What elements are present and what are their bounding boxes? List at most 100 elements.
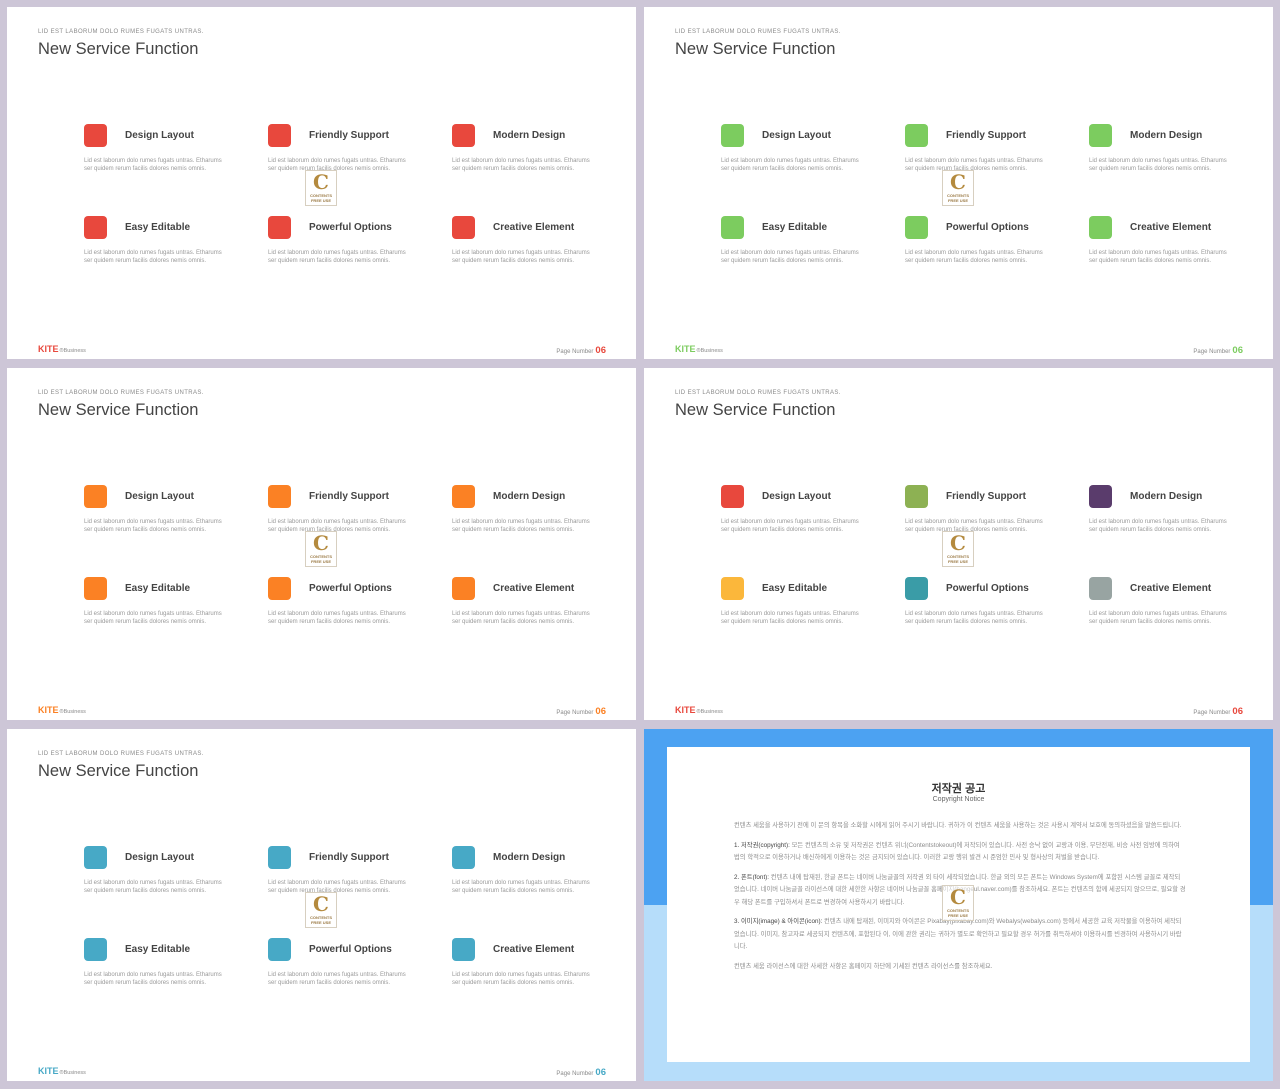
feature-description: Lid est laborum dolo rumes fugats untras… (452, 519, 590, 533)
feature-item: Easy Editable Lid est laborum dolo rumes … (721, 216, 871, 286)
watermark-subtext: FREE USE (947, 559, 968, 564)
slide-thumbnail[interactable]: LID EST LABORUM DOLO RUMES FUGATS UNTRAS… (7, 368, 636, 720)
slide-thumbnail[interactable]: LID EST LABORUM DOLO RUMES FUGATS UNTRAS… (7, 729, 636, 1081)
feature-item: Design Layout Lid est laborum dolo rumes … (84, 124, 234, 194)
copyright-slide[interactable]: 저작권 공고 Copyright Notice 컨텐츠 세움을 사용하기 전에 이 … (644, 729, 1273, 1081)
feature-title: Friendly Support (309, 852, 389, 863)
feature-item: Friendly Support Lid est laborum dolo rum… (268, 124, 418, 194)
feature-square-icon (1089, 577, 1112, 600)
page-number-label: Page Number (556, 1071, 594, 1077)
page-number: Page Number 06 (1193, 345, 1243, 356)
feature-description: Lid est laborum dolo rumes fugats untras… (84, 880, 222, 894)
feature-square-icon (268, 938, 291, 961)
feature-item: Creative Element Lid est laborum dolo rum… (452, 216, 602, 286)
feature-title: Modern Design (1130, 491, 1203, 502)
watermark-logo: C CONTENTS FREE USE (942, 531, 974, 567)
feature-description: Lid est laborum dolo rumes fugats untras… (1089, 519, 1227, 533)
feature-title: Powerful Options (946, 583, 1029, 594)
feature-description: Lid est laborum dolo rumes fugats untras… (905, 158, 1043, 172)
feature-item: Easy Editable Lid est laborum dolo rumes … (84, 938, 234, 1008)
feature-item: Creative Element Lid est laborum dolo rum… (1089, 216, 1239, 286)
feature-title: Powerful Options (946, 222, 1029, 233)
feature-description: Lid est laborum dolo rumes fugats untras… (905, 519, 1043, 533)
feature-square-icon (268, 577, 291, 600)
feature-description: Lid est laborum dolo rumes fugats untras… (721, 158, 859, 172)
slide-title: New Service Function (38, 401, 199, 419)
feature-item: Creative Element Lid est laborum dolo rum… (452, 577, 602, 647)
feature-title: Modern Design (493, 130, 566, 141)
feature-item: Modern Design Lid est laborum dolo rumes … (1089, 485, 1239, 555)
watermark-logo: C CONTENTS FREE USE (942, 885, 974, 921)
watermark-subtext: FREE USE (310, 198, 331, 203)
page-number: Page Number 06 (556, 1067, 606, 1078)
page-number-value: 06 (595, 1067, 606, 1078)
feature-description: Lid est laborum dolo rumes fugats untras… (84, 972, 222, 986)
feature-item: Design Layout Lid est laborum dolo rumes … (84, 485, 234, 555)
feature-title: Friendly Support (309, 491, 389, 502)
feature-title: Easy Editable (762, 222, 828, 233)
page-number: Page Number 06 (556, 345, 606, 356)
page-number: Page Number 06 (1193, 706, 1243, 717)
feature-title: Design Layout (125, 491, 194, 502)
feature-title: Design Layout (125, 852, 194, 863)
page-number-value: 06 (595, 706, 606, 717)
feature-square-icon (84, 124, 107, 147)
feature-square-icon (268, 124, 291, 147)
feature-square-icon (84, 938, 107, 961)
slide-thumbnail[interactable]: LID EST LABORUM DOLO RUMES FUGATS UNTRAS… (644, 368, 1273, 720)
watermark-logo: C CONTENTS FREE USE (305, 531, 337, 567)
watermark-logo: C CONTENTS FREE USE (305, 170, 337, 206)
feature-item: Modern Design Lid est laborum dolo rumes … (452, 846, 602, 916)
feature-item: Easy Editable Lid est laborum dolo rumes … (84, 216, 234, 286)
slide-kicker: LID EST LABORUM DOLO RUMES FUGATS UNTRAS… (38, 751, 204, 757)
feature-title: Powerful Options (309, 222, 392, 233)
feature-title: Friendly Support (946, 491, 1026, 502)
feature-title: Friendly Support (309, 130, 389, 141)
feature-square-icon (905, 577, 928, 600)
slide-thumbnail[interactable]: LID EST LABORUM DOLO RUMES FUGATS UNTRAS… (644, 7, 1273, 359)
brand-logo: KITE®Business (38, 344, 86, 354)
feature-title: Design Layout (762, 130, 831, 141)
feature-square-icon (721, 124, 744, 147)
feature-square-icon (452, 938, 475, 961)
copyright-intro: 컨텐츠 세움을 사용하기 전에 이 문의 항목을 소화할 시에게 읽어 주시기 … (734, 822, 1182, 829)
watermark-subtext: FREE USE (310, 920, 331, 925)
watermark-letter: C (950, 531, 966, 555)
feature-description: Lid est laborum dolo rumes fugats untras… (721, 519, 859, 533)
slide-title: New Service Function (38, 40, 199, 58)
page-number-value: 06 (1232, 706, 1243, 717)
watermark-subtext: FREE USE (310, 559, 331, 564)
feature-square-icon (84, 577, 107, 600)
feature-item: Friendly Support Lid est laborum dolo rum… (268, 485, 418, 555)
feature-item: Powerful Options Lid est laborum dolo rum… (905, 216, 1055, 286)
copyright-section: 1. 저작권(copyright): 모든 컨텐츠의 소유 및 저작권은 컨텐츠… (734, 840, 1186, 865)
feature-title: Modern Design (493, 852, 566, 863)
feature-description: Lid est laborum dolo rumes fugats untras… (268, 250, 406, 264)
watermark-subtext: FREE USE (947, 913, 968, 918)
feature-item: Friendly Support Lid est laborum dolo rum… (268, 846, 418, 916)
slide-thumbnail[interactable]: LID EST LABORUM DOLO RUMES FUGATS UNTRAS… (7, 7, 636, 359)
page-number-label: Page Number (556, 349, 594, 355)
brand-logo: KITE®Business (675, 344, 723, 354)
feature-item: Design Layout Lid est laborum dolo rumes … (721, 485, 871, 555)
watermark-letter: C (313, 170, 329, 194)
feature-title: Design Layout (125, 130, 194, 141)
copyright-paper: 저작권 공고 Copyright Notice 컨텐츠 세움을 사용하기 전에 이 … (667, 747, 1250, 1062)
watermark-letter: C (313, 531, 329, 555)
feature-item: Friendly Support Lid est laborum dolo rum… (905, 485, 1055, 555)
feature-item: Design Layout Lid est laborum dolo rumes … (721, 124, 871, 194)
brand-name: KITE (675, 705, 696, 715)
feature-square-icon (268, 485, 291, 508)
feature-title: Design Layout (762, 491, 831, 502)
slide-title: New Service Function (38, 762, 199, 780)
feature-square-icon (905, 124, 928, 147)
feature-description: Lid est laborum dolo rumes fugats untras… (268, 880, 406, 894)
watermark-letter: C (950, 170, 966, 194)
feature-square-icon (452, 124, 475, 147)
page-number-value: 06 (1232, 345, 1243, 356)
copyright-subtitle: Copyright Notice (932, 796, 985, 803)
brand-suffix: ®Business (59, 709, 86, 715)
page-number-label: Page Number (1193, 349, 1231, 355)
feature-square-icon (84, 216, 107, 239)
feature-square-icon (721, 577, 744, 600)
